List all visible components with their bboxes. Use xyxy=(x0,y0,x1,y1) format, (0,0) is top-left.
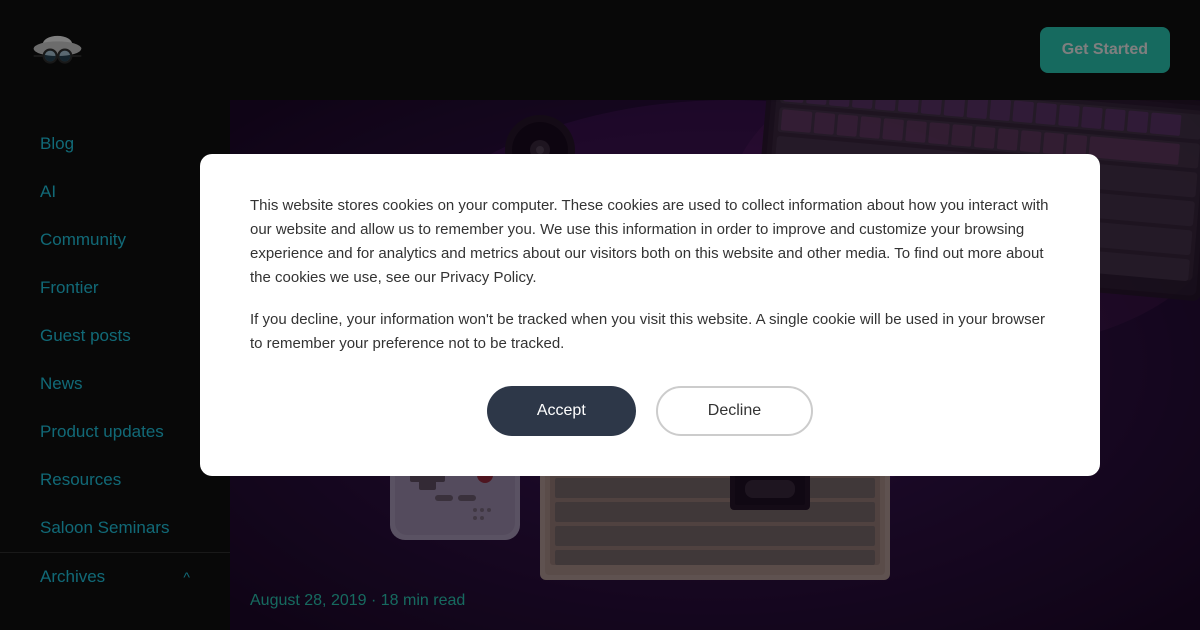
cookie-text-2: If you decline, your information won't b… xyxy=(250,308,1050,356)
cookie-text-1: This website stores cookies on your comp… xyxy=(250,194,1050,290)
modal-overlay: This website stores cookies on your comp… xyxy=(0,0,1200,630)
decline-button[interactable]: Decline xyxy=(656,386,813,436)
accept-button[interactable]: Accept xyxy=(487,386,636,436)
cookie-modal: This website stores cookies on your comp… xyxy=(200,154,1100,476)
modal-actions: Accept Decline xyxy=(250,386,1050,436)
